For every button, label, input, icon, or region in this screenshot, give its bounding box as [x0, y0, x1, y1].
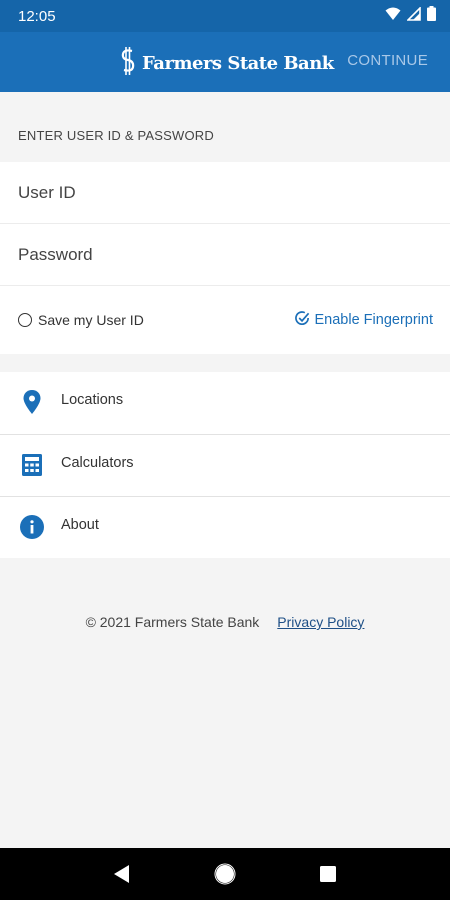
status-time: 12:05	[18, 7, 56, 25]
menu-item-calculators[interactable]: Calculators	[0, 434, 450, 496]
signal-icon	[406, 5, 421, 26]
menu-list: Locations Calculators About	[0, 372, 450, 558]
user-id-field[interactable]	[18, 162, 438, 224]
check-circle-icon	[294, 310, 310, 330]
bank-logo-text: Farmers State Bank	[142, 53, 334, 74]
menu-item-label: About	[61, 517, 99, 533]
battery-icon	[427, 6, 436, 26]
status-icons	[385, 5, 436, 26]
footer: © 2021 Farmers State Bank Privacy Policy	[0, 614, 450, 638]
info-icon	[20, 515, 44, 539]
login-options-row: Save my User ID Enable Fingerprint	[0, 286, 450, 354]
password-field-wrapper	[0, 224, 450, 286]
location-pin-icon	[20, 390, 44, 414]
login-section-title: ENTER USER ID & PASSWORD	[18, 128, 214, 143]
user-id-field-wrapper	[0, 162, 450, 224]
save-user-id-toggle[interactable]: Save my User ID	[18, 312, 144, 328]
wifi-icon	[385, 7, 401, 26]
menu-item-about[interactable]: About	[0, 496, 450, 558]
menu-item-label: Locations	[61, 392, 124, 408]
recents-icon[interactable]	[308, 854, 348, 894]
login-card: Save my User ID Enable Fingerprint	[0, 162, 450, 354]
home-icon[interactable]	[205, 854, 245, 894]
save-user-id-radio[interactable]	[18, 313, 32, 327]
save-user-id-label: Save my User ID	[38, 312, 144, 328]
copyright-text: © 2021 Farmers State Bank	[85, 614, 260, 630]
menu-item-locations[interactable]: Locations	[0, 372, 450, 434]
privacy-policy-link[interactable]: Privacy Policy	[277, 614, 364, 638]
bank-logo: Farmers State Bank	[118, 46, 334, 81]
login-section-header: ENTER USER ID & PASSWORD	[0, 92, 450, 162]
app-bar: Farmers State Bank CONTINUE	[0, 32, 450, 92]
enable-fingerprint-button[interactable]: Enable Fingerprint	[294, 310, 434, 330]
menu-item-label: Calculators	[61, 455, 134, 471]
bank-logo-icon	[118, 46, 138, 81]
enable-fingerprint-label: Enable Fingerprint	[314, 312, 434, 328]
status-bar: 12:05	[0, 0, 450, 32]
calculator-icon	[20, 453, 44, 477]
continue-button[interactable]: CONTINUE	[347, 52, 428, 69]
back-icon[interactable]	[102, 854, 142, 894]
system-nav-bar	[0, 848, 450, 900]
password-field[interactable]	[18, 224, 438, 286]
